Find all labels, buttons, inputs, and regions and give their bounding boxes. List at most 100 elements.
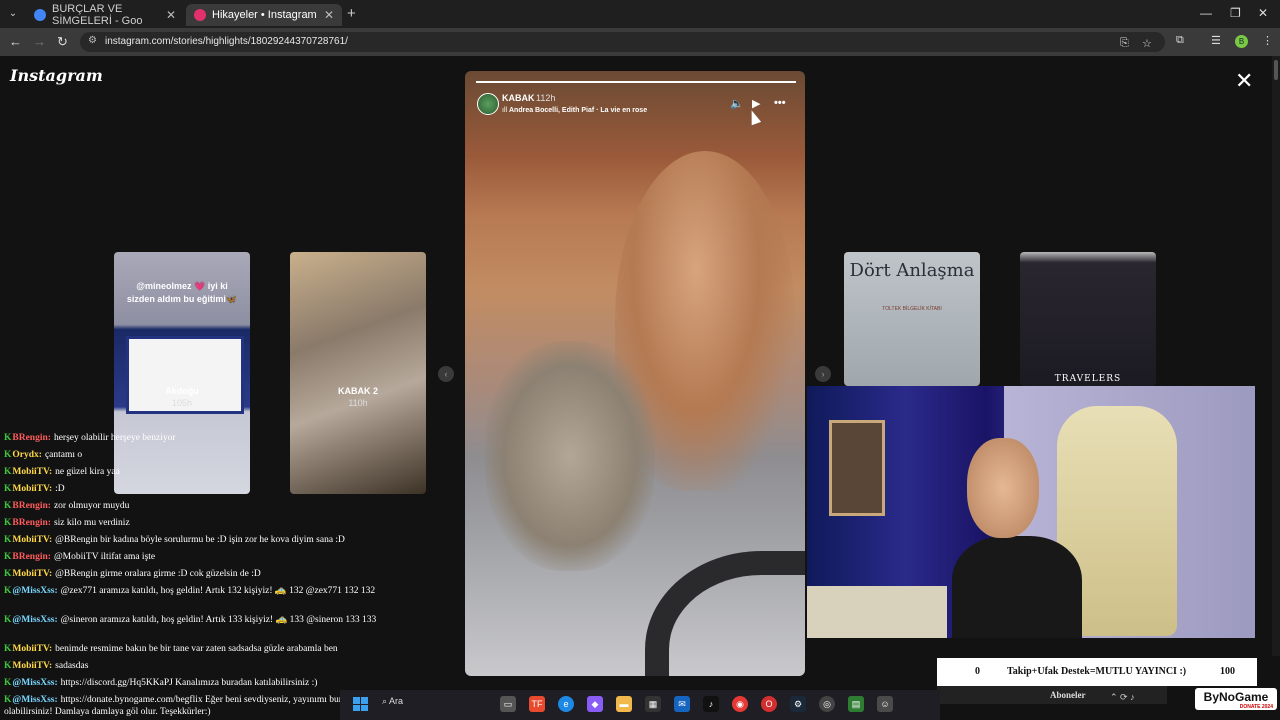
- story-photo-chair: [645, 551, 805, 676]
- install-app-icon[interactable]: ⎘: [1120, 37, 1129, 50]
- chat-username: MobiiTV:: [12, 484, 53, 494]
- bookmark-star-icon[interactable]: ☆: [1142, 37, 1152, 50]
- chat-message: KBRengin: siz kilo mu verdiniz: [4, 517, 404, 529]
- app-icon[interactable]: ▤: [848, 696, 864, 712]
- more-options-icon[interactable]: •••: [774, 97, 786, 109]
- google-favicon-icon: [34, 9, 46, 21]
- chat-message: KBRengin: zor olmuyor muydu: [4, 500, 404, 512]
- mail-icon[interactable]: ✉: [674, 696, 690, 712]
- window-close-icon[interactable]: ✕: [1258, 6, 1268, 20]
- chat-text: sadasdas: [55, 661, 89, 671]
- kick-badge-icon: K: [4, 644, 12, 654]
- webcam-portrait-frame: [829, 420, 885, 516]
- donation-goal-bar: 0 Takip+Ufak Destek=MUTLU YAYINCI :) 100: [937, 658, 1257, 686]
- chat-text: @sineron aramıza katıldı, hoş geldin! Ar…: [60, 615, 377, 625]
- story-thumbnail-travelers[interactable]: TRAVELERS: [1020, 252, 1156, 386]
- file-explorer-icon[interactable]: ▬: [616, 696, 632, 712]
- sponsor-sub: DONATE 2024: [1239, 704, 1273, 710]
- chat-text: benimde resmime bakın be bir tane var za…: [55, 644, 338, 654]
- kick-badge-icon: K: [4, 615, 12, 625]
- goal-target: 100: [1220, 666, 1235, 677]
- edge-icon[interactable]: e: [558, 696, 574, 712]
- system-tray[interactable]: ⌃ ⟳ ♪: [1110, 692, 1135, 703]
- chat-username: @MissXss:: [12, 678, 58, 688]
- webcam-desk: [807, 586, 947, 638]
- music-bars-icon: ıll: [502, 107, 509, 114]
- close-tab-icon[interactable]: ✕: [166, 8, 176, 22]
- copilot-icon[interactable]: ◆: [587, 696, 603, 712]
- new-tab-button[interactable]: +: [347, 5, 356, 22]
- forward-icon[interactable]: →: [33, 34, 46, 49]
- chat-message: KMobiiTV: ne güzel kira yaa: [4, 466, 404, 478]
- chat-username: BRengin:: [12, 552, 51, 562]
- chat-text: https://donate.bynogame.com/begflix Eğer…: [4, 695, 387, 717]
- url-text[interactable]: instagram.com/stories/highlights/1802924…: [105, 36, 348, 47]
- tab-title: Hikayeler • Instagram: [212, 9, 317, 21]
- chat-text: @BRengin bir kadına böyle sorulurmu be :…: [55, 535, 345, 545]
- subscribers-label: Aboneler: [1050, 690, 1086, 700]
- chat-username: Orydx:: [12, 450, 42, 460]
- thumbnail-caption: Akdoğu: [165, 386, 199, 396]
- instagram-logo[interactable]: Instagram: [10, 66, 103, 85]
- menu-icon[interactable]: ⋮: [1262, 34, 1273, 47]
- sponsor-logo: ByNoGame DONATE 2024: [1195, 688, 1277, 710]
- kick-badge-icon: K: [4, 569, 12, 579]
- close-icon[interactable]: ✕: [1235, 70, 1253, 92]
- profile-avatar[interactable]: B: [1235, 35, 1248, 48]
- chat-username: BRengin:: [12, 501, 51, 511]
- story-progress-bar: [476, 81, 796, 83]
- kick-badge-icon: K: [4, 552, 12, 562]
- story-progress-fill: [476, 81, 796, 83]
- tab-title: BURÇLAR VE SİMGELERİ - Goo: [52, 3, 143, 27]
- story-thumbnail-dort-anlasma[interactable]: Dört Anlaşma TOLTEK BİLGELİK KİTABI: [844, 252, 980, 386]
- scrollbar-thumb[interactable]: [1274, 60, 1278, 80]
- tiktok-icon[interactable]: ♪: [703, 696, 719, 712]
- store-icon[interactable]: ▦: [645, 696, 661, 712]
- music-title: Andrea Bocelli, Edith Piaf · La vie en r…: [509, 107, 648, 114]
- taskbar-search[interactable]: ⌕ Ara: [382, 696, 403, 707]
- browser-tabstrip: ⌄ BURÇLAR VE SİMGELERİ - Goo ✕ Hikayeler…: [0, 0, 1280, 28]
- windows-start-icon[interactable]: [353, 697, 368, 711]
- page-scrollbar[interactable]: [1272, 56, 1280, 656]
- app-icon-2[interactable]: ☺: [877, 696, 893, 712]
- tab-instagram[interactable]: Hikayeler • Instagram ✕: [186, 4, 342, 26]
- opera-icon[interactable]: O: [761, 696, 777, 712]
- story-avatar[interactable]: [477, 93, 499, 115]
- close-tab-icon[interactable]: ✕: [324, 8, 334, 22]
- chat-username: @MissXss:: [12, 586, 58, 596]
- steam-icon[interactable]: ⚙: [790, 696, 806, 712]
- reload-icon[interactable]: ↻: [57, 34, 68, 50]
- chat-message: KMobiiTV: @BRengin girme oralara girme :D…: [4, 568, 404, 580]
- kick-badge-icon: K: [4, 535, 12, 545]
- site-info-icon[interactable]: ⚙: [88, 35, 97, 46]
- restore-icon[interactable]: ❐: [1230, 6, 1241, 20]
- extensions-icon[interactable]: ⧉: [1176, 34, 1184, 47]
- chat-message: K@MissXss: https://discord.gg/Hq5KKaPJ Ka…: [4, 677, 404, 689]
- next-story-icon[interactable]: ›: [815, 366, 831, 382]
- previous-story-icon[interactable]: ‹: [438, 366, 454, 382]
- back-icon[interactable]: ←: [9, 34, 22, 49]
- task-view-icon[interactable]: ▭: [500, 696, 516, 712]
- chat-text: herşey olabilir herşeye benziyor: [53, 433, 176, 443]
- tf-app-icon[interactable]: TF: [529, 696, 545, 712]
- tab-search-button[interactable]: ⌄: [6, 7, 20, 21]
- chat-message: KBRengin: @MobiiTV iltifat ama işte: [4, 551, 404, 563]
- chat-message: KMobiiTV: benimde resmime bakın be bir ta…: [4, 643, 404, 655]
- mute-icon[interactable]: 🔈: [730, 97, 744, 110]
- story-username[interactable]: KABAK: [502, 93, 535, 103]
- address-bar[interactable]: ⚙ instagram.com/stories/highlights/18029…: [80, 32, 1165, 52]
- chrome-icon[interactable]: ◉: [732, 696, 748, 712]
- chat-username: MobiiTV:: [12, 661, 53, 671]
- goal-current: 0: [975, 666, 980, 677]
- reading-list-icon[interactable]: ☰: [1211, 34, 1221, 47]
- tab-burclar[interactable]: BURÇLAR VE SİMGELERİ - Goo ✕: [26, 3, 184, 27]
- minimize-icon[interactable]: —: [1200, 6, 1212, 20]
- story-music[interactable]: ıll Andrea Bocelli, Edith Piaf · La vie …: [502, 107, 647, 114]
- chat-text: ne güzel kira yaa: [55, 467, 120, 477]
- kick-badge-icon: K: [4, 467, 12, 477]
- obs-icon[interactable]: ◎: [819, 696, 835, 712]
- active-story[interactable]: KABAK 112h ıll Andrea Bocelli, Edith Pia…: [465, 71, 805, 676]
- goal-label: Takip+Ufak Destek=MUTLU YAYINCI :): [1007, 666, 1187, 677]
- kick-badge-icon: K: [4, 433, 12, 443]
- chat-username: MobiiTV:: [12, 644, 53, 654]
